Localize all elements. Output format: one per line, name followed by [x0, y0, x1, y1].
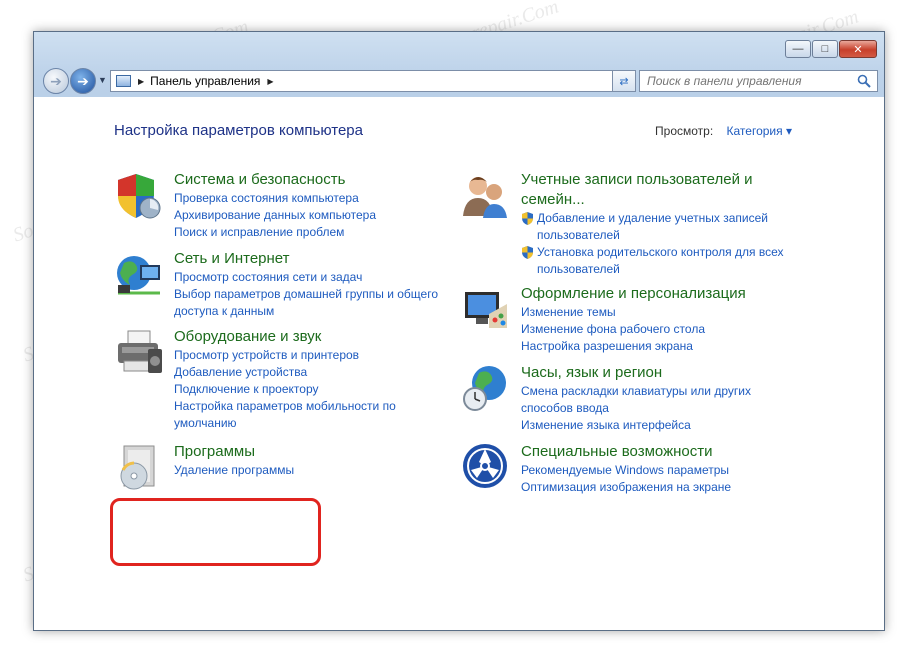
view-by-dropdown[interactable]: Категория — [727, 124, 792, 138]
category-title[interactable]: семейн... — [521, 190, 784, 210]
category-programs: Программы Удаление программы — [114, 442, 294, 494]
shield-link: Добавление и удаление учетных записей по… — [521, 210, 784, 244]
category-network-internet: Сеть и Интернет Просмотр состояния сети … — [114, 249, 438, 320]
category-link[interactable]: Настройка разрешения экрана — [521, 338, 746, 355]
category-hardware-sound: Оборудование и звук Просмотр устройств и… — [114, 327, 396, 432]
recent-pages-dropdown[interactable]: ▼ — [98, 75, 107, 85]
category-system-security: Система и безопасность Проверка состояни… — [114, 170, 376, 241]
view-by: Просмотр: Категория — [655, 124, 792, 138]
category-title[interactable]: Часы, язык и регион — [521, 363, 751, 383]
page-title: Настройка параметров компьютера — [114, 122, 363, 139]
category-link[interactable]: Просмотр состояния сети и задач — [174, 269, 438, 286]
category-link[interactable]: пользователей — [537, 227, 768, 244]
printer-icon — [118, 330, 162, 373]
close-icon: ✕ — [853, 43, 863, 56]
category-link[interactable]: Изменение темы — [521, 304, 746, 321]
control-panel-window: — □ ✕ ➔ ➔ ▼ ▶ Панель управления ▶ ▼ ⇄ — [33, 31, 885, 631]
category-link[interactable]: Удаление программы — [174, 462, 294, 479]
highlight-frame — [110, 498, 321, 566]
category-link[interactable]: Изменение языка интерфейса — [521, 417, 751, 434]
uac-shield-icon — [522, 212, 533, 225]
category-link[interactable]: Добавление и удаление учетных записей — [537, 210, 768, 227]
minimize-icon: — — [792, 43, 804, 55]
category-link[interactable]: Архивирование данных компьютера — [174, 207, 376, 224]
maximize-icon: □ — [821, 43, 829, 55]
category-title[interactable]: Система и безопасность — [174, 170, 376, 190]
control-panel-icon — [116, 75, 131, 87]
breadcrumb-separator-icon[interactable]: ▶ — [267, 77, 273, 86]
search-input[interactable] — [645, 73, 854, 89]
category-link[interactable]: Установка родительского контроля для все… — [537, 244, 784, 261]
category-link[interactable]: Изменение фона рабочего стола — [521, 321, 746, 338]
category-clock-language: Часы, язык и регион Смена раскладки клав… — [461, 363, 751, 434]
category-link[interactable]: Поиск и исправление проблем — [174, 224, 376, 241]
clock-globe-icon — [463, 366, 506, 411]
minimize-button[interactable]: — — [785, 40, 811, 58]
breadcrumb-control-panel[interactable]: Панель управления — [150, 74, 260, 88]
category-link[interactable]: Рекомендуемые Windows параметры — [521, 462, 731, 479]
category-title[interactable]: Специальные возможности — [521, 442, 731, 462]
uac-shield-icon — [522, 246, 533, 259]
view-by-label: Просмотр: — [655, 124, 714, 138]
category-link[interactable]: Добавление устройства — [174, 364, 396, 381]
category-link[interactable]: пользователей — [537, 261, 784, 278]
breadcrumb-separator-icon[interactable]: ▶ — [138, 77, 144, 86]
category-link[interactable]: Подключение к проектору — [174, 381, 396, 398]
category-link[interactable]: способов ввода — [521, 400, 751, 417]
shield-link: Установка родительского контроля для все… — [521, 244, 784, 278]
category-link[interactable]: Выбор параметров домашней группы и общег… — [174, 286, 438, 303]
category-title[interactable]: Учетные записи пользователей и — [521, 170, 784, 190]
category-title[interactable]: Сеть и Интернет — [174, 249, 438, 269]
programs-disc-icon — [120, 445, 155, 490]
category-link[interactable]: Просмотр устройств и принтеров — [174, 347, 396, 364]
forward-button[interactable]: ➔ — [70, 68, 96, 94]
caption-buttons: — □ ✕ — [784, 40, 877, 58]
category-link[interactable]: умолчанию — [174, 415, 396, 432]
refresh-icon: ⇄ — [619, 75, 629, 88]
refresh-button[interactable]: ⇄ — [612, 70, 636, 92]
navigation-bar: ➔ ➔ ▼ ▶ Панель управления ▶ ▼ ⇄ — [42, 67, 878, 97]
category-link[interactable]: Проверка состояния компьютера — [174, 190, 376, 207]
category-accessibility: Специальные возможности Рекомендуемые Wi… — [461, 442, 731, 496]
network-globe-icon — [117, 256, 160, 295]
search-icon[interactable] — [857, 74, 871, 88]
monitor-palette-icon — [465, 292, 507, 328]
category-title[interactable]: Оформление и персонализация — [521, 284, 746, 304]
category-user-accounts: Учетные записи пользователей и семейн...… — [461, 170, 784, 278]
arrow-left-icon: ➔ — [50, 72, 62, 89]
content-area: Настройка параметров компьютера Просмотр… — [34, 97, 884, 630]
address-bar[interactable]: ▶ Панель управления ▶ ▼ — [110, 70, 630, 92]
back-button[interactable]: ➔ — [43, 68, 69, 94]
category-title[interactable]: Программы — [174, 442, 294, 462]
category-link[interactable]: Настройка параметров мобильности по — [174, 398, 396, 415]
arrow-right-icon: ➔ — [77, 72, 89, 89]
category-link[interactable]: Оптимизация изображения на экране — [521, 479, 731, 496]
close-button[interactable]: ✕ — [839, 40, 877, 58]
category-link[interactable]: Смена раскладки клавиатуры или других — [521, 383, 751, 400]
category-link[interactable]: доступа к данным — [174, 303, 438, 320]
category-title[interactable]: Оборудование и звук — [174, 327, 396, 347]
category-appearance: Оформление и персонализация Изменение те… — [461, 284, 746, 355]
security-shield-icon — [118, 174, 161, 219]
maximize-button[interactable]: □ — [812, 40, 838, 58]
accessibility-icon — [463, 444, 507, 488]
search-box[interactable] — [639, 70, 878, 92]
users-icon — [463, 177, 507, 218]
